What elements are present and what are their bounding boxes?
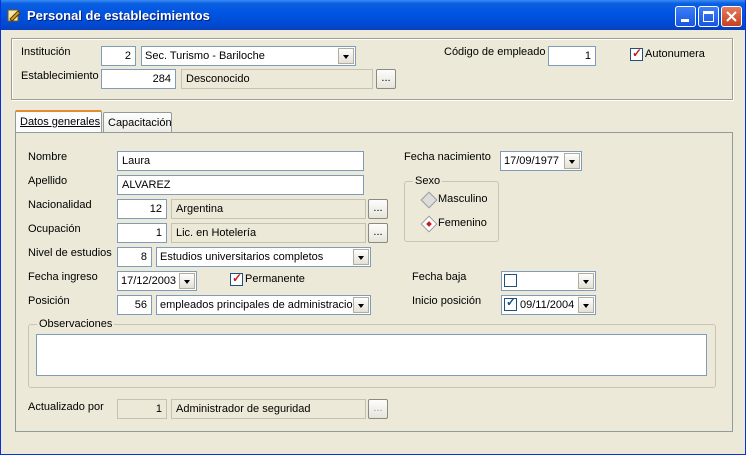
fecha-nacimiento-picker[interactable]: 17/09/1977 [500, 151, 582, 171]
fecha-baja-checkbox[interactable] [504, 274, 517, 287]
ocupacion-code-field[interactable]: 1 [117, 223, 167, 243]
maximize-button[interactable] [698, 6, 719, 27]
nivel-estudios-select-value: Estudios universitarios completos [160, 251, 324, 263]
actualizado-por-name-field: Administrador de seguridad [171, 399, 366, 419]
inicio-posicion-checkbox[interactable] [504, 296, 517, 311]
observaciones-textarea[interactable] [36, 334, 707, 376]
actualizado-por-label: Actualizado por [28, 401, 104, 413]
chevron-down-icon[interactable] [578, 297, 594, 313]
inicio-posicion-value: 09/11/2004 [520, 299, 575, 311]
window: Personal de establecimientos Institución… [0, 0, 746, 455]
title-bar[interactable]: Personal de establecimientos [1, 0, 745, 30]
chevron-down-icon[interactable] [353, 249, 369, 265]
tab-capacitacion[interactable]: Capacitación [103, 112, 172, 133]
institucion-select-value: Sec. Turismo - Bariloche [145, 50, 265, 62]
pencil-icon [7, 9, 21, 22]
tab-datos-generales[interactable]: Datos generales [15, 110, 102, 133]
nacionalidad-label: Nacionalidad [28, 199, 92, 211]
window-title: Personal de establecimientos [27, 8, 210, 23]
establecimiento-name-field: Desconocido [181, 69, 373, 89]
codigo-empleado-label: Código de empleado [444, 46, 546, 58]
ocupacion-label: Ocupación [28, 223, 81, 235]
fecha-baja-picker[interactable] [501, 271, 596, 291]
establecimiento-label: Establecimiento [21, 70, 99, 82]
minimize-icon [681, 19, 689, 22]
chevron-down-icon[interactable] [353, 297, 369, 313]
sexo-group: Sexo [404, 175, 499, 242]
nivel-estudios-select[interactable]: Estudios universitarios completos [156, 247, 371, 267]
autonumera-checkbox[interactable] [630, 46, 643, 61]
actualizado-por-browse-button: ... [368, 399, 388, 419]
tab-datos-generales-label: Datos generales [20, 116, 101, 128]
institucion-label: Institución [21, 46, 71, 58]
tab-capacitacion-label: Capacitación [108, 117, 172, 129]
inicio-posicion-label: Inicio posición [412, 295, 482, 307]
permanente-checkbox[interactable] [230, 271, 243, 286]
chevron-down-icon[interactable] [179, 273, 195, 289]
nacionalidad-code-field[interactable]: 12 [117, 199, 167, 219]
fecha-nacimiento-label: Fecha nacimiento [404, 151, 491, 163]
chevron-down-icon[interactable] [578, 273, 594, 289]
chevron-down-icon[interactable] [564, 153, 580, 169]
fecha-ingreso-picker[interactable]: 17/12/2003 [117, 271, 197, 291]
nivel-estudios-code-field[interactable]: 8 [117, 247, 152, 267]
fecha-nacimiento-value: 17/09/1977 [504, 155, 560, 167]
inicio-posicion-picker[interactable]: 09/11/2004 [501, 295, 596, 315]
chevron-down-icon[interactable] [338, 48, 354, 64]
posicion-select[interactable]: empleados principales de administracion [156, 295, 371, 315]
establecimiento-browse-button[interactable]: ... [376, 69, 396, 89]
posicion-select-value: empleados principales de administracion [160, 299, 359, 311]
masculino-label: Masculino [438, 193, 488, 205]
codigo-empleado-field[interactable]: 1 [548, 46, 596, 66]
fecha-baja-label: Fecha baja [412, 271, 467, 283]
institucion-select[interactable]: Sec. Turismo - Bariloche [141, 46, 356, 66]
permanente-label: Permanente [245, 273, 305, 285]
nacionalidad-browse-button[interactable]: ... [368, 199, 388, 219]
actualizado-por-code-field: 1 [117, 399, 167, 419]
minimize-button[interactable] [675, 6, 696, 27]
observaciones-legend: Observaciones [37, 318, 115, 330]
close-button[interactable] [721, 6, 742, 27]
fecha-ingreso-value: 17/12/2003 [121, 275, 177, 287]
nombre-input[interactable]: Laura [117, 151, 364, 171]
apellido-label: Apellido [28, 175, 68, 187]
close-icon [726, 11, 737, 22]
maximize-icon [703, 11, 714, 22]
posicion-label: Posición [28, 295, 70, 307]
establecimiento-code-field[interactable]: 284 [101, 69, 176, 89]
nacionalidad-name-field: Argentina [171, 199, 366, 219]
femenino-label: Femenino [438, 217, 487, 229]
nivel-estudios-label: Nivel de estudios [28, 247, 112, 259]
ocupacion-name-field: Lic. en Hotelería [171, 223, 366, 243]
autonumera-label: Autonumera [645, 48, 705, 60]
fecha-ingreso-label: Fecha ingreso [28, 271, 98, 283]
ocupacion-browse-button[interactable]: ... [368, 223, 388, 243]
institucion-code-field[interactable]: 2 [101, 46, 136, 66]
nombre-label: Nombre [28, 151, 68, 163]
apellido-input[interactable]: ALVAREZ [117, 175, 364, 195]
posicion-code-field[interactable]: 56 [117, 295, 152, 315]
sexo-legend: Sexo [413, 175, 443, 187]
